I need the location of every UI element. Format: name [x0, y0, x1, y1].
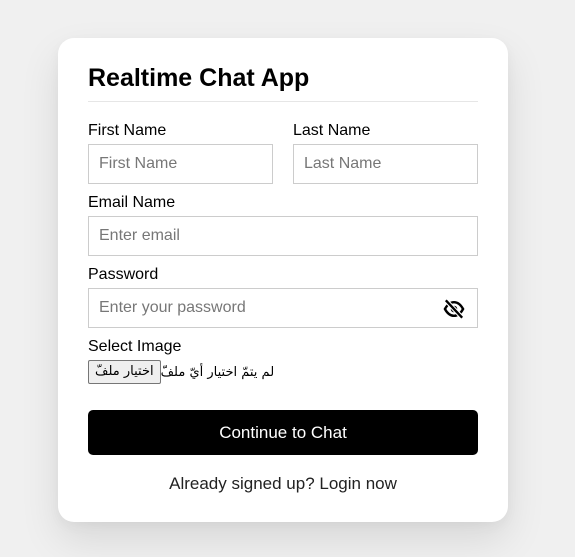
- file-status: لم يتمّ اختيار أيّ ملفّ: [160, 364, 275, 380]
- password-field: Password Enter your password: [88, 266, 478, 328]
- password-input-wrapper: Enter your password: [88, 288, 478, 328]
- password-label: Password: [88, 266, 159, 283]
- choose-file-button[interactable]: اختيار ملفّ: [88, 360, 161, 384]
- first-name-field: First Name First Name: [88, 122, 273, 184]
- email-input[interactable]: Enter email: [88, 216, 478, 256]
- email-label: Email Name: [88, 194, 176, 211]
- divider: [88, 101, 478, 102]
- first-name-input[interactable]: First Name: [88, 144, 273, 184]
- last-name-field: Last Name Last Name: [293, 122, 478, 184]
- login-link[interactable]: Already signed up? Login now: [88, 474, 478, 494]
- email-field: Email Name Enter email: [88, 194, 478, 256]
- image-label: Select Image: [88, 338, 182, 355]
- page-title: Realtime Chat App: [88, 64, 310, 92]
- continue-to-chat-button[interactable]: Continue to Chat: [88, 410, 478, 455]
- image-field: Select Image لم يتمّ اختيار أيّ ملفّ اخت…: [88, 338, 478, 384]
- last-name-input[interactable]: Last Name: [293, 144, 478, 184]
- first-name-label: First Name: [88, 122, 167, 139]
- name-row: First Name First Name Last Name Last Nam…: [88, 122, 478, 184]
- eye-slash-icon[interactable]: [443, 299, 465, 319]
- signup-card: Realtime Chat App First Name First Name …: [58, 38, 508, 522]
- password-input[interactable]: Enter your password: [99, 299, 246, 317]
- last-name-label: Last Name: [293, 122, 371, 139]
- file-picker: لم يتمّ اختيار أيّ ملفّ اختيار ملفّ: [88, 360, 478, 384]
